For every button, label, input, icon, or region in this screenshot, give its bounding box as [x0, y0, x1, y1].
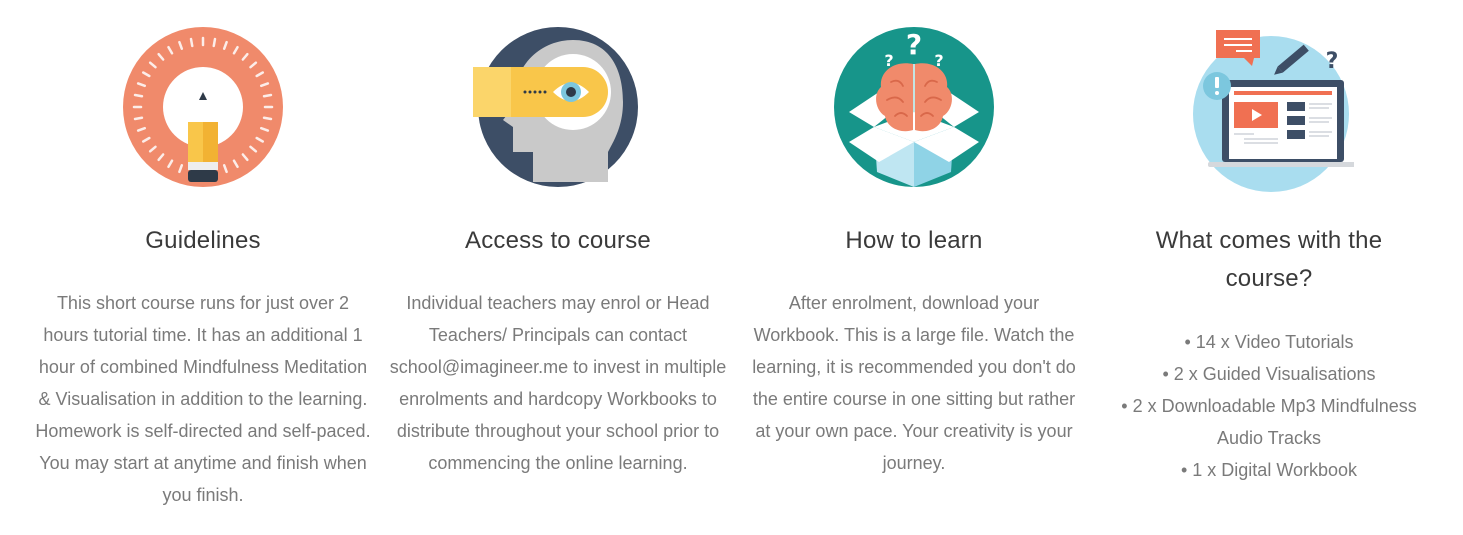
- brain-box-icon: ? ? ?: [834, 27, 994, 187]
- dial-tick: [262, 93, 273, 98]
- pencil-dial-icon: [123, 27, 283, 187]
- included-items-list: 14 x Video Tutorials 2 x Guided Visualis…: [1089, 326, 1449, 486]
- dial-tick: [133, 116, 144, 121]
- dial-tick: [133, 93, 144, 98]
- feature-title: How to learn: [845, 227, 983, 254]
- svg-text:?: ?: [1326, 49, 1339, 74]
- list-item: 2 x Guided Visualisations: [1089, 358, 1449, 390]
- features-section: Guidelines This short course runs for ju…: [0, 0, 1463, 535]
- list-item: 14 x Video Tutorials: [1089, 326, 1449, 358]
- feature-description: Individual teachers may enrol or Head Te…: [389, 293, 727, 473]
- list-item: 2 x Downloadable Mp3 Mindfulness Audio T…: [1089, 390, 1449, 454]
- svg-text:?: ?: [906, 28, 922, 61]
- dial-tick: [262, 116, 273, 121]
- list-item: 1 x Digital Workbook: [1089, 454, 1449, 486]
- laptop-video-icon: ?: [1193, 30, 1354, 192]
- feature-title: Guidelines: [145, 227, 261, 254]
- head-eye-icon: [473, 27, 638, 187]
- feature-description: This short course runs for just over 2 h…: [35, 293, 371, 505]
- feature-description: After enrolment, download your Workbook.…: [752, 293, 1076, 473]
- svg-text:?: ?: [884, 51, 893, 70]
- svg-text:?: ?: [934, 51, 943, 70]
- dial-tick: [212, 37, 217, 48]
- feature-title: Access to course: [465, 227, 651, 254]
- dial-tick: [189, 37, 194, 48]
- feature-title: What comes with the course?: [1155, 227, 1383, 292]
